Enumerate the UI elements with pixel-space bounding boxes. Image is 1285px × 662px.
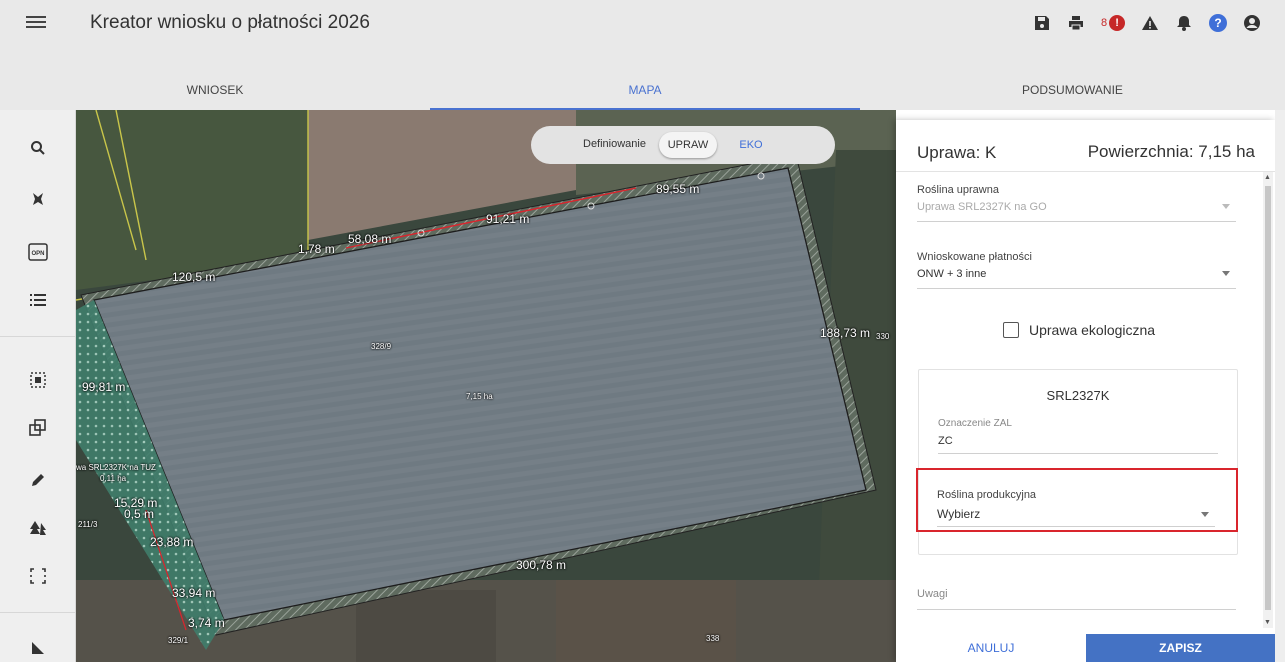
map-label: 188,73 m bbox=[820, 326, 871, 340]
uprawa-ekologiczna-checkbox[interactable]: Uprawa ekologiczna bbox=[1003, 320, 1155, 340]
field-value: ONW + 3 inne bbox=[917, 268, 987, 280]
map-label: 7,15 ha bbox=[466, 392, 493, 401]
trees-icon[interactable] bbox=[24, 514, 52, 542]
save-button[interactable]: ZAPISZ bbox=[1086, 634, 1275, 662]
map-label: 99,81 m bbox=[82, 380, 126, 394]
crop-panel: Uprawa: K Powierzchnia: 7,15 ha ▲ ▼ Rośl… bbox=[896, 120, 1275, 662]
map-label: 120,5 m bbox=[172, 270, 216, 284]
field-label: Roślina uprawna bbox=[917, 184, 999, 196]
sidebar-divider bbox=[0, 336, 76, 337]
map-label: 33,94 m bbox=[172, 586, 216, 600]
zal-input[interactable]: Oznaczenie ZAL ZC bbox=[938, 418, 1218, 454]
tab-wniosek[interactable]: WNIOSEK bbox=[0, 78, 430, 110]
right-gutter bbox=[1275, 110, 1285, 662]
map-label: 58,08 m bbox=[348, 232, 392, 246]
page-title: Kreator wniosku o płatności 2026 bbox=[90, 12, 370, 33]
error-count: 8 bbox=[1100, 17, 1108, 29]
opn-text: OPN bbox=[31, 251, 44, 257]
zal-value: ZC bbox=[938, 435, 953, 447]
map-label: 3,74 m bbox=[188, 616, 225, 630]
toggle-eko[interactable]: EKO bbox=[731, 132, 771, 158]
pencil-icon[interactable] bbox=[24, 466, 52, 494]
card-title: SRL2327K bbox=[1046, 388, 1110, 403]
opn-icon[interactable]: OPN bbox=[24, 238, 52, 266]
map-label: 1,78 m bbox=[298, 242, 335, 256]
map-label: 329/1 bbox=[168, 636, 189, 645]
prod-label: Roślina produkcyjna bbox=[937, 489, 1037, 501]
map-toolbar: OPN bbox=[0, 110, 76, 662]
toggle-label: Definiowanie bbox=[583, 138, 646, 150]
scroll-up-icon[interactable]: ▲ bbox=[1264, 174, 1271, 181]
definition-toggle: Definiowanie UPRAW EKO bbox=[531, 126, 835, 164]
print-icon[interactable] bbox=[1059, 10, 1093, 36]
chevron-down-icon bbox=[1222, 271, 1230, 276]
scroll-down-icon[interactable]: ▼ bbox=[1264, 619, 1271, 626]
help-icon[interactable]: ? bbox=[1201, 10, 1235, 36]
frame-icon[interactable] bbox=[24, 562, 52, 590]
top-bar: Kreator wniosku o płatności 2026 8 ! ? bbox=[0, 0, 1285, 78]
map-label: 91,21 m bbox=[486, 212, 530, 226]
copy-icon[interactable] bbox=[24, 414, 52, 442]
map-view[interactable]: 89,55 m 91,21 m 58,08 m 1,78 m 120,5 m 1… bbox=[76, 110, 896, 662]
zal-label: Oznaczenie ZAL bbox=[938, 418, 1012, 429]
panel-scrollbar[interactable]: ▲ ▼ bbox=[1263, 172, 1273, 628]
tab-podsumowanie[interactable]: PODSUMOWANIE bbox=[860, 78, 1285, 110]
uwagi-input[interactable]: Uwagi bbox=[917, 578, 1236, 610]
toggle-upraw[interactable]: UPRAW bbox=[659, 132, 717, 158]
scroll-thumb[interactable] bbox=[1265, 186, 1271, 610]
checkbox-icon[interactable] bbox=[1003, 322, 1019, 338]
map-label: 0,5 m bbox=[124, 507, 155, 521]
crop-title: Uprawa: K bbox=[917, 143, 997, 162]
warning-icon[interactable] bbox=[1133, 10, 1167, 36]
cancel-button[interactable]: ANULUJ bbox=[896, 634, 1086, 662]
crop-card: SRL2327K Oznaczenie ZAL ZC Roślina produ… bbox=[916, 369, 1238, 555]
menu-icon[interactable] bbox=[24, 13, 48, 33]
tool-icon[interactable] bbox=[24, 186, 52, 214]
map-label: wa SRL2327K na TUZ bbox=[76, 463, 156, 472]
user-icon[interactable] bbox=[1235, 10, 1269, 36]
sidebar-divider bbox=[0, 612, 76, 613]
map-label: 338 bbox=[706, 634, 720, 643]
map-label: 0,11 ha bbox=[100, 474, 127, 483]
roslina-produkcyjna-select[interactable]: Roślina produkcyjna Wybierz bbox=[937, 489, 1215, 527]
map-imagery bbox=[76, 110, 896, 662]
error-icon: ! bbox=[1109, 15, 1126, 31]
chevron-down-icon bbox=[1201, 512, 1209, 517]
help-mark: ? bbox=[1209, 14, 1227, 32]
roslina-uprawna-select[interactable]: Roślina uprawna Uprawa SRL2327K na GO bbox=[917, 184, 1236, 222]
map-label: 211/3 bbox=[78, 520, 98, 529]
map-label: 300,78 m bbox=[516, 558, 567, 572]
save-icon[interactable] bbox=[1025, 10, 1059, 36]
measure-icon[interactable] bbox=[24, 634, 52, 662]
field-label: Wnioskowane płatności bbox=[917, 251, 1032, 263]
panel-header: Uprawa: K Powierzchnia: 7,15 ha bbox=[896, 120, 1275, 172]
main-tabs: WNIOSEK MAPA PODSUMOWANIE bbox=[0, 78, 1285, 110]
tab-mapa[interactable]: MAPA bbox=[430, 78, 860, 110]
panel-footer: ANULUJ ZAPISZ bbox=[896, 634, 1275, 662]
uwagi-label: Uwagi bbox=[917, 588, 948, 600]
errors-indicator[interactable]: 8 ! bbox=[1093, 10, 1133, 36]
search-icon[interactable] bbox=[24, 134, 52, 162]
field-value: Uprawa SRL2327K na GO bbox=[917, 201, 1047, 213]
prod-value: Wybierz bbox=[937, 507, 981, 521]
bell-icon[interactable] bbox=[1167, 10, 1201, 36]
chevron-down-icon bbox=[1222, 204, 1230, 209]
platnosci-select[interactable]: Wnioskowane płatności ONW + 3 inne bbox=[917, 251, 1236, 289]
list-icon[interactable] bbox=[24, 286, 52, 314]
map-label: 89,55 m bbox=[656, 182, 700, 196]
checkbox-label: Uprawa ekologiczna bbox=[1029, 322, 1156, 338]
select-area-icon[interactable] bbox=[24, 366, 52, 394]
map-label: 330 bbox=[876, 332, 890, 341]
map-label: 328/9 bbox=[371, 342, 392, 351]
map-label: 23,88 m bbox=[150, 535, 194, 549]
toolbar-icons: 8 ! ? bbox=[1025, 10, 1269, 36]
crop-area: Powierzchnia: 7,15 ha bbox=[1087, 142, 1255, 161]
